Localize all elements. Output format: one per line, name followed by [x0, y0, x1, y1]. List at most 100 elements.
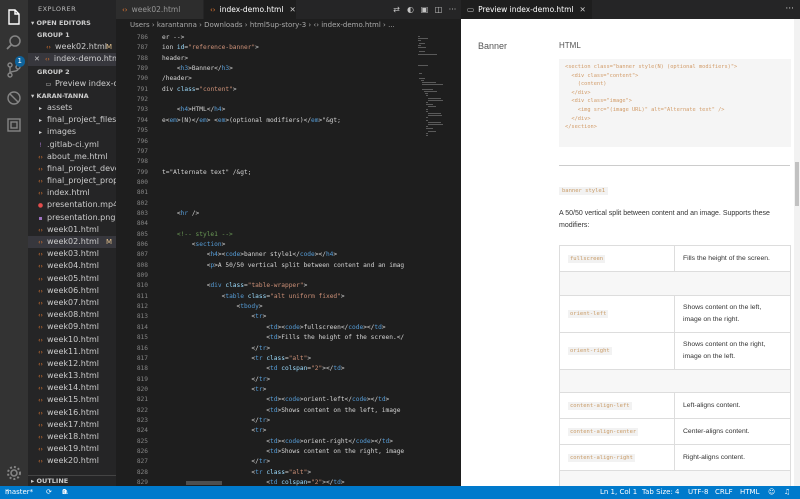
file-item[interactable]: ‹› index.html — [28, 187, 116, 199]
file-item[interactable]: ‹›final_project_develo... — [28, 163, 116, 175]
table-cell: content-align-right — [560, 445, 675, 470]
file-item[interactable]: ▸ images — [28, 126, 116, 138]
files-icon[interactable] — [4, 7, 24, 27]
modifier-description: Left-aligns content. — [683, 401, 741, 409]
code-line: <section> — [162, 241, 226, 248]
file-item[interactable]: ‹› week10.html — [28, 334, 116, 346]
line-number: 806 — [136, 241, 148, 248]
file-item[interactable]: ‹› week05.html — [28, 273, 116, 285]
file-item[interactable]: ‹› week08.html — [28, 309, 116, 321]
line-number: 786 — [136, 34, 148, 41]
line-number: 792 — [136, 96, 148, 104]
file-item[interactable]: ‹› week19.html — [28, 443, 116, 455]
compare-icon[interactable]: ⇄ — [392, 5, 401, 14]
file-item[interactable]: ‹› week11.html — [28, 346, 116, 358]
open-editor-item[interactable]: ‹› week02.html M — [28, 41, 116, 53]
explorer-sidebar: EXPLORER ▾ OPEN EDITORS GROUP 1 ‹› week02… — [28, 0, 116, 486]
file-item[interactable]: ‹› week17.html — [28, 419, 116, 431]
file-item[interactable]: ▸ assets — [28, 102, 116, 114]
file-item[interactable]: ‹› week12.html — [28, 358, 116, 370]
file-item[interactable]: ‹› week20.html — [28, 455, 116, 467]
file-item[interactable]: ‹› week15.html — [28, 394, 116, 406]
open-editors-header[interactable]: ▾ OPEN EDITORS — [28, 18, 116, 29]
breadcrumb[interactable]: Users › karantanna › Downloads › html5up… — [116, 19, 461, 32]
line-number: 802 — [136, 199, 148, 207]
feedback-icon[interactable]: ☺ — [768, 486, 775, 499]
debug-icon[interactable] — [4, 88, 24, 108]
code-line: <td><code>fullscreen</code></td> — [162, 323, 386, 331]
line-number: 801 — [136, 189, 148, 197]
editor-tabs: ‹› week02.html ‹› index-demo.html ✕ ⇄ ◐ ▣ ◫… — [116, 0, 461, 19]
minimap-line — [419, 42, 426, 44]
sync-icon[interactable]: ⟳ — [46, 486, 52, 499]
tab-size[interactable]: Tab Size: 4 — [642, 486, 679, 499]
encoding[interactable]: UTF-8 — [688, 486, 708, 499]
close-icon[interactable]: ✕ — [289, 5, 295, 14]
open-editor-item[interactable]: ✕‹›index-demo.html... — [28, 53, 116, 66]
extensions-icon[interactable] — [4, 115, 24, 135]
more-icon[interactable]: ··· — [448, 5, 457, 14]
code-block-line: </div> — [565, 89, 591, 96]
scroll-thumb[interactable] — [795, 162, 799, 206]
modifier-description: Fills the height of the screen. — [683, 254, 770, 262]
file-item[interactable]: ‹› week18.html — [28, 431, 116, 443]
code-line: <table class="alt uniform fixed"> — [162, 292, 345, 300]
open-editor-item[interactable]: ▭Preview index-d... — [28, 78, 116, 90]
minimap[interactable] — [416, 32, 461, 486]
file-item[interactable]: ‹› week03.html — [28, 248, 116, 260]
tab-week02[interactable]: ‹› week02.html — [116, 0, 203, 19]
code-line: <td colspan="2"></td> — [162, 365, 345, 373]
language-mode[interactable]: HTML — [740, 486, 759, 499]
preview-tabs: ▭ Preview index-demo.html ✕ ··· — [461, 0, 800, 19]
close-icon[interactable]: ✕ — [580, 5, 586, 14]
minimap-line — [426, 95, 428, 97]
line-number: 822 — [136, 406, 148, 414]
file-item[interactable]: ● presentation.mp4 — [28, 199, 116, 211]
file-item[interactable]: ‹› week16.html — [28, 407, 116, 419]
line-number: 810 — [136, 282, 148, 290]
line-number: 790 — [136, 75, 148, 83]
code-area[interactable]: 786 er --> 787 ion id="reference-banner"> 78… — [116, 32, 416, 486]
file-item[interactable]: ▸ final_project_files — [28, 114, 116, 126]
horizontal-scrollbar[interactable] — [186, 481, 222, 485]
preview-icon[interactable]: ▣ — [420, 5, 429, 14]
cursor-position[interactable]: Ln 1, Col 1 — [600, 486, 637, 499]
modifier-code: fullscreen — [568, 254, 606, 263]
modifier-description: Shows content on the right, image on the… — [683, 341, 766, 360]
code-line: <div class="table-wrapper"> — [162, 282, 308, 290]
file-item[interactable]: ‹› week06.html — [28, 285, 116, 297]
minimap-line — [427, 124, 443, 125]
outline-header[interactable]: ▸ OUTLINE — [28, 475, 116, 486]
file-item[interactable]: ▪ presentation.png — [28, 212, 116, 224]
minimap-line — [427, 106, 437, 108]
file-item[interactable]: ‹› week14.html — [28, 382, 116, 394]
file-item[interactable]: ‹› week04.html — [28, 260, 116, 272]
code-line: header> — [162, 54, 189, 62]
file-item[interactable]: ‹› week01.html — [28, 224, 116, 236]
open-changes-icon[interactable]: ◐ — [406, 5, 415, 14]
close-icon[interactable]: ✕ — [34, 55, 40, 63]
project-header[interactable]: ▾ KARAN-TANNA — [28, 91, 116, 102]
html-file-icon: ‹› — [122, 6, 128, 14]
preview-icon: ▭ — [467, 5, 475, 14]
code-block-line: </section> — [565, 124, 597, 131]
minimap-line — [426, 119, 428, 121]
search-icon[interactable] — [4, 33, 24, 53]
split-editor-icon[interactable]: ◫ — [434, 5, 443, 14]
settings-icon[interactable] — [4, 463, 24, 483]
file-item[interactable]: ‹›final_project_propos... — [28, 175, 116, 187]
line-number: 814 — [136, 323, 148, 331]
file-item[interactable]: ‹› about_me.html — [28, 151, 116, 163]
file-item[interactable]: ‹› week07.html — [28, 297, 116, 309]
file-item[interactable]: ‹› week09.html — [28, 321, 116, 333]
file-item[interactable]: ! .gitlab-ci.yml — [28, 139, 116, 151]
line-ending[interactable]: CRLF — [715, 486, 733, 499]
tab-preview[interactable]: ▭ Preview index-demo.html ✕ — [461, 0, 592, 19]
bell-icon[interactable]: ♫ — [784, 486, 790, 499]
file-item[interactable]: ‹› week02.html M — [28, 236, 116, 249]
more-icon[interactable]: ··· — [785, 0, 794, 19]
preview-scrollbar[interactable] — [794, 19, 800, 486]
source-control-icon[interactable]: 1 — [4, 56, 25, 80]
tab-index-demo[interactable]: ‹› index-demo.html ✕ — [204, 0, 296, 19]
file-item[interactable]: ‹› week13.html — [28, 370, 116, 382]
